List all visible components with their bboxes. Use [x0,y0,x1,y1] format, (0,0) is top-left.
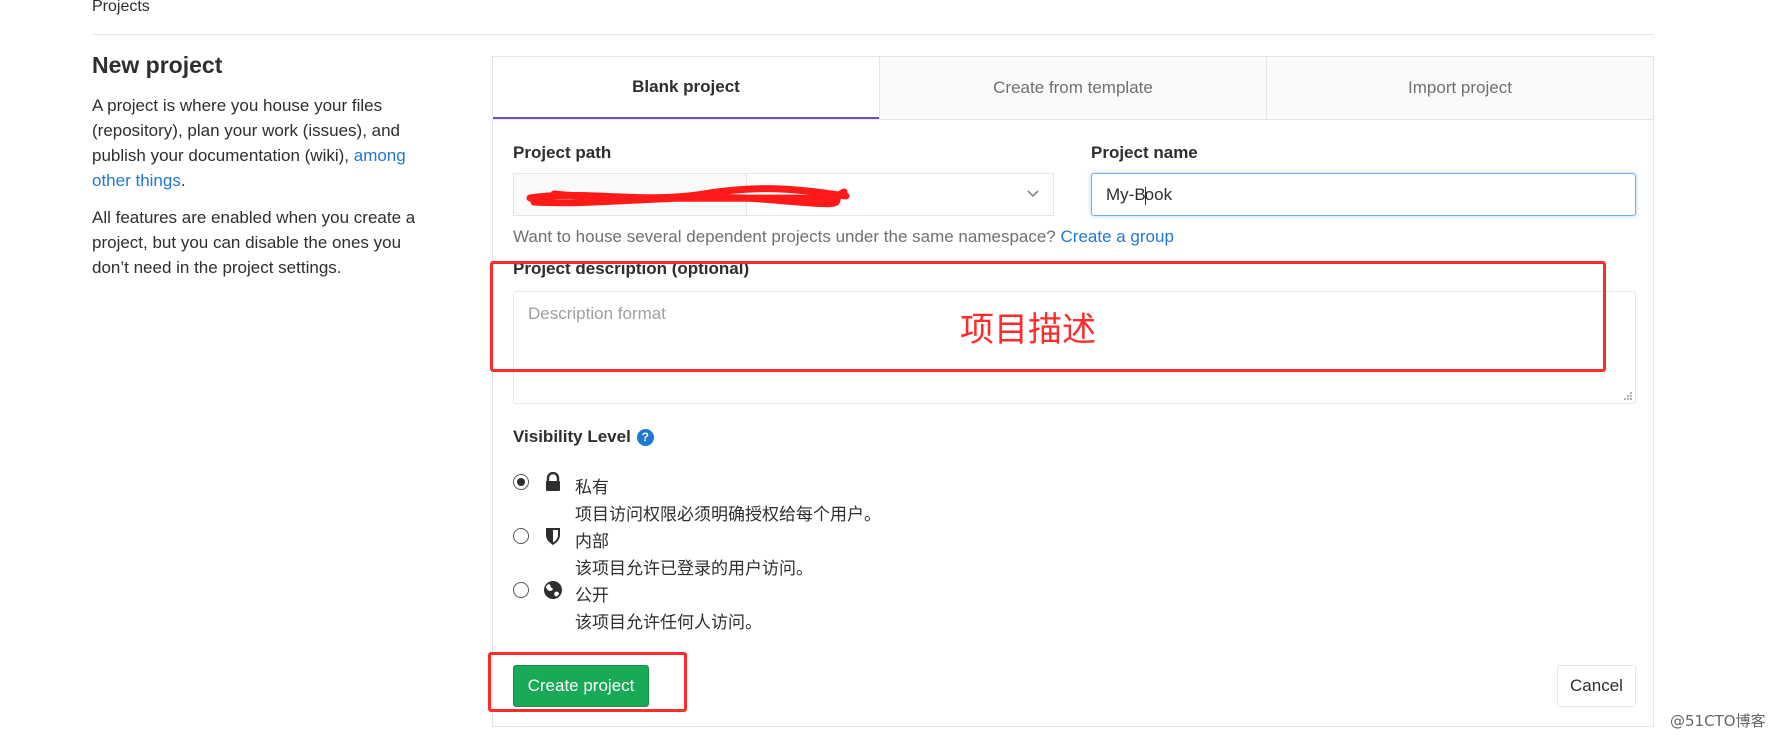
project-name-label: Project name [1091,143,1198,162]
chevron-down-icon [1027,190,1039,198]
intro-section: New project A project is where you house… [92,52,432,292]
internal-description: 该项目允许已登录的用户访问。 [575,559,813,579]
project-name-text-before: My-B [1106,185,1146,204]
visibility-level-label: Visibility Level ? [513,427,654,447]
tab-create-from-template[interactable]: Create from template [879,57,1266,119]
cancel-button[interactable]: Cancel [1557,665,1636,707]
resize-grip-icon[interactable] [1623,391,1633,401]
intro-period: . [180,171,186,190]
redaction-scribble [526,185,850,208]
project-name-text-after: ook [1144,185,1173,204]
divider [92,34,1654,35]
project-path-select[interactable] [513,173,1054,216]
private-title: 私有 [575,478,609,498]
intro-paragraph: A project is where you house your files … [92,93,432,193]
radio-public[interactable] [513,582,529,598]
question-circle-icon[interactable]: ? [636,428,654,446]
project-type-tabs: Blank project Create from template Impor… [493,57,1653,120]
lock-icon [546,472,560,491]
tab-blank-project[interactable]: Blank project [493,57,879,119]
internal-title: 内部 [575,532,609,552]
tab-import-project[interactable]: Import project [1266,57,1653,119]
namespace-help-text: Want to house several dependent projects… [513,227,1174,247]
annotation-box-create [488,652,687,712]
visibility-label-text: Visibility Level [513,427,631,446]
breadcrumb[interactable]: Projects [92,0,150,16]
globe-icon [544,581,562,599]
public-description: 该项目允许任何人访问。 [575,613,762,633]
intro-paragraph-2: All features are enabled when you create… [92,208,416,277]
page-title: New project [92,52,223,78]
watermark: @51CTO博客 [1670,712,1766,730]
private-description: 项目访问权限必须明确授权给每个用户。 [575,505,881,525]
project-path-label: Project path [513,143,612,162]
project-name-input[interactable]: My-Book [1091,173,1636,216]
shield-icon [546,528,560,545]
annotation-text: 项目描述 [960,310,1096,350]
radio-internal[interactable] [513,528,529,544]
public-title: 公开 [575,586,609,606]
create-group-link[interactable]: Create a group [1061,227,1174,246]
new-project-panel: Blank project Create from template Impor… [492,56,1654,727]
help-text: Want to house several dependent projects… [513,227,1061,246]
radio-private[interactable] [513,474,529,490]
